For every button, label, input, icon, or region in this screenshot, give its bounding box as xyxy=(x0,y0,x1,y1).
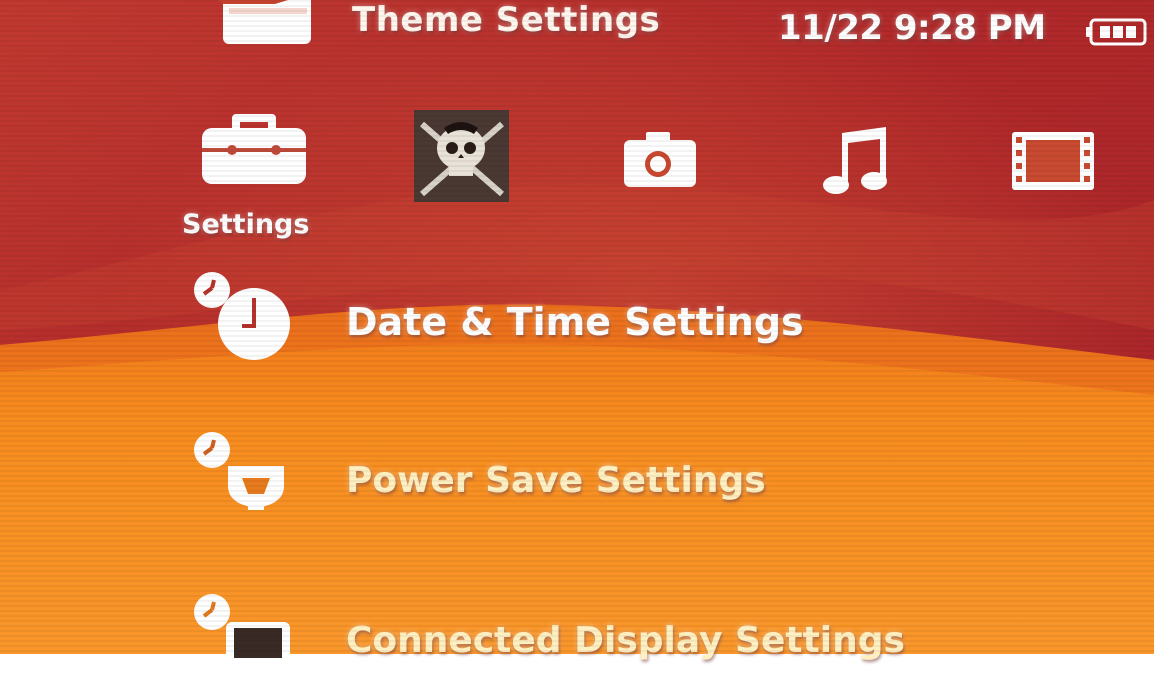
category-video[interactable] xyxy=(1012,132,1094,190)
theme-settings-icon xyxy=(217,0,311,44)
menu-item-label: Date & Time Settings xyxy=(346,300,804,344)
category-label: Settings xyxy=(182,209,310,240)
clock: 11/22 9:28 PM xyxy=(778,8,1046,48)
menu-item-label: Power Save Settings xyxy=(346,460,766,501)
clock-icon xyxy=(194,272,290,360)
skull-crossbones-icon xyxy=(414,110,509,202)
toolbox-icon xyxy=(202,114,306,184)
page-title: Theme Settings xyxy=(352,0,661,40)
category-music[interactable] xyxy=(822,127,890,195)
film-strip-icon xyxy=(1012,132,1094,190)
category-settings[interactable] xyxy=(200,108,308,188)
music-note-icon xyxy=(823,127,887,194)
category-photo[interactable] xyxy=(624,132,696,187)
power-save-icon xyxy=(194,432,284,510)
menu-item-label: Connected Display Settings xyxy=(346,620,905,661)
camera-icon xyxy=(624,132,696,187)
battery-icon xyxy=(1086,18,1147,46)
category-game[interactable] xyxy=(414,110,509,202)
display-icon xyxy=(194,594,290,670)
